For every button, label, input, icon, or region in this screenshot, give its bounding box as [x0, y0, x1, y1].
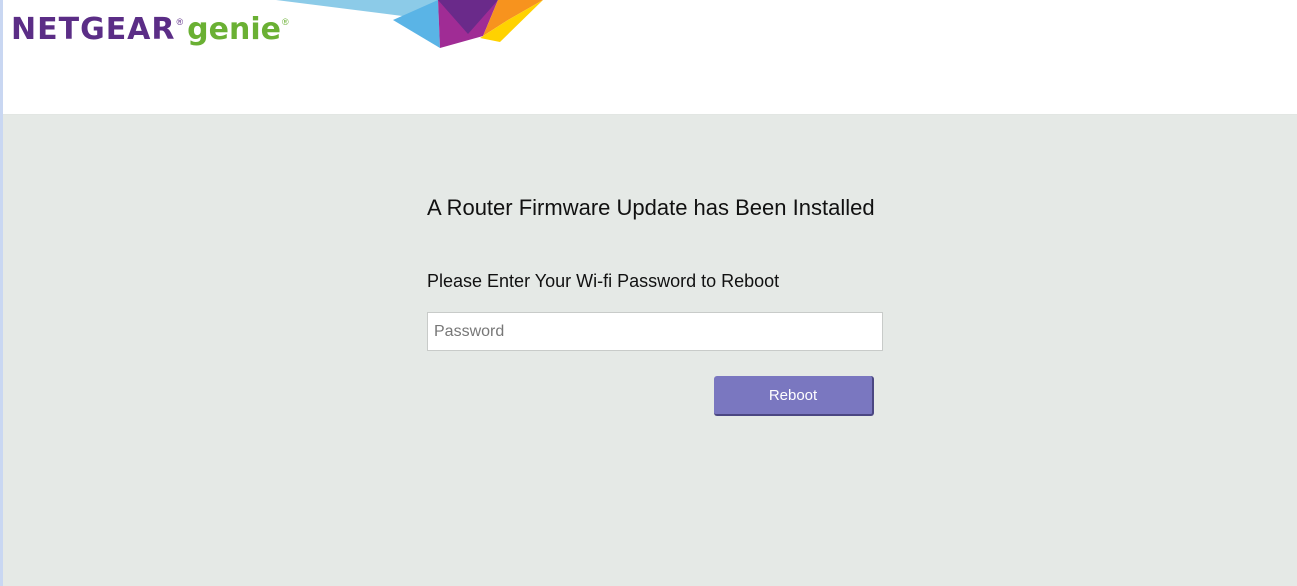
logo-registered-mark: ® [176, 17, 184, 27]
logo-brand-text: NETGEAR [11, 12, 176, 47]
main-content: A Router Firmware Update has Been Instal… [3, 115, 1297, 586]
reboot-button[interactable]: Reboot [714, 376, 874, 416]
page: NETGEAR ® genie ® A Router Firmware Upda… [0, 0, 1297, 586]
netgear-genie-logo: NETGEAR ® genie ® [11, 12, 289, 56]
password-prompt: Please Enter Your Wi-fi Password to Rebo… [427, 271, 780, 291]
banner-graphic [276, 0, 543, 48]
password-input[interactable] [427, 312, 883, 351]
logo-product-text: genie [187, 12, 281, 47]
header: NETGEAR ® genie ® [3, 0, 1297, 115]
page-title: A Router Firmware Update has Been Instal… [427, 195, 875, 220]
